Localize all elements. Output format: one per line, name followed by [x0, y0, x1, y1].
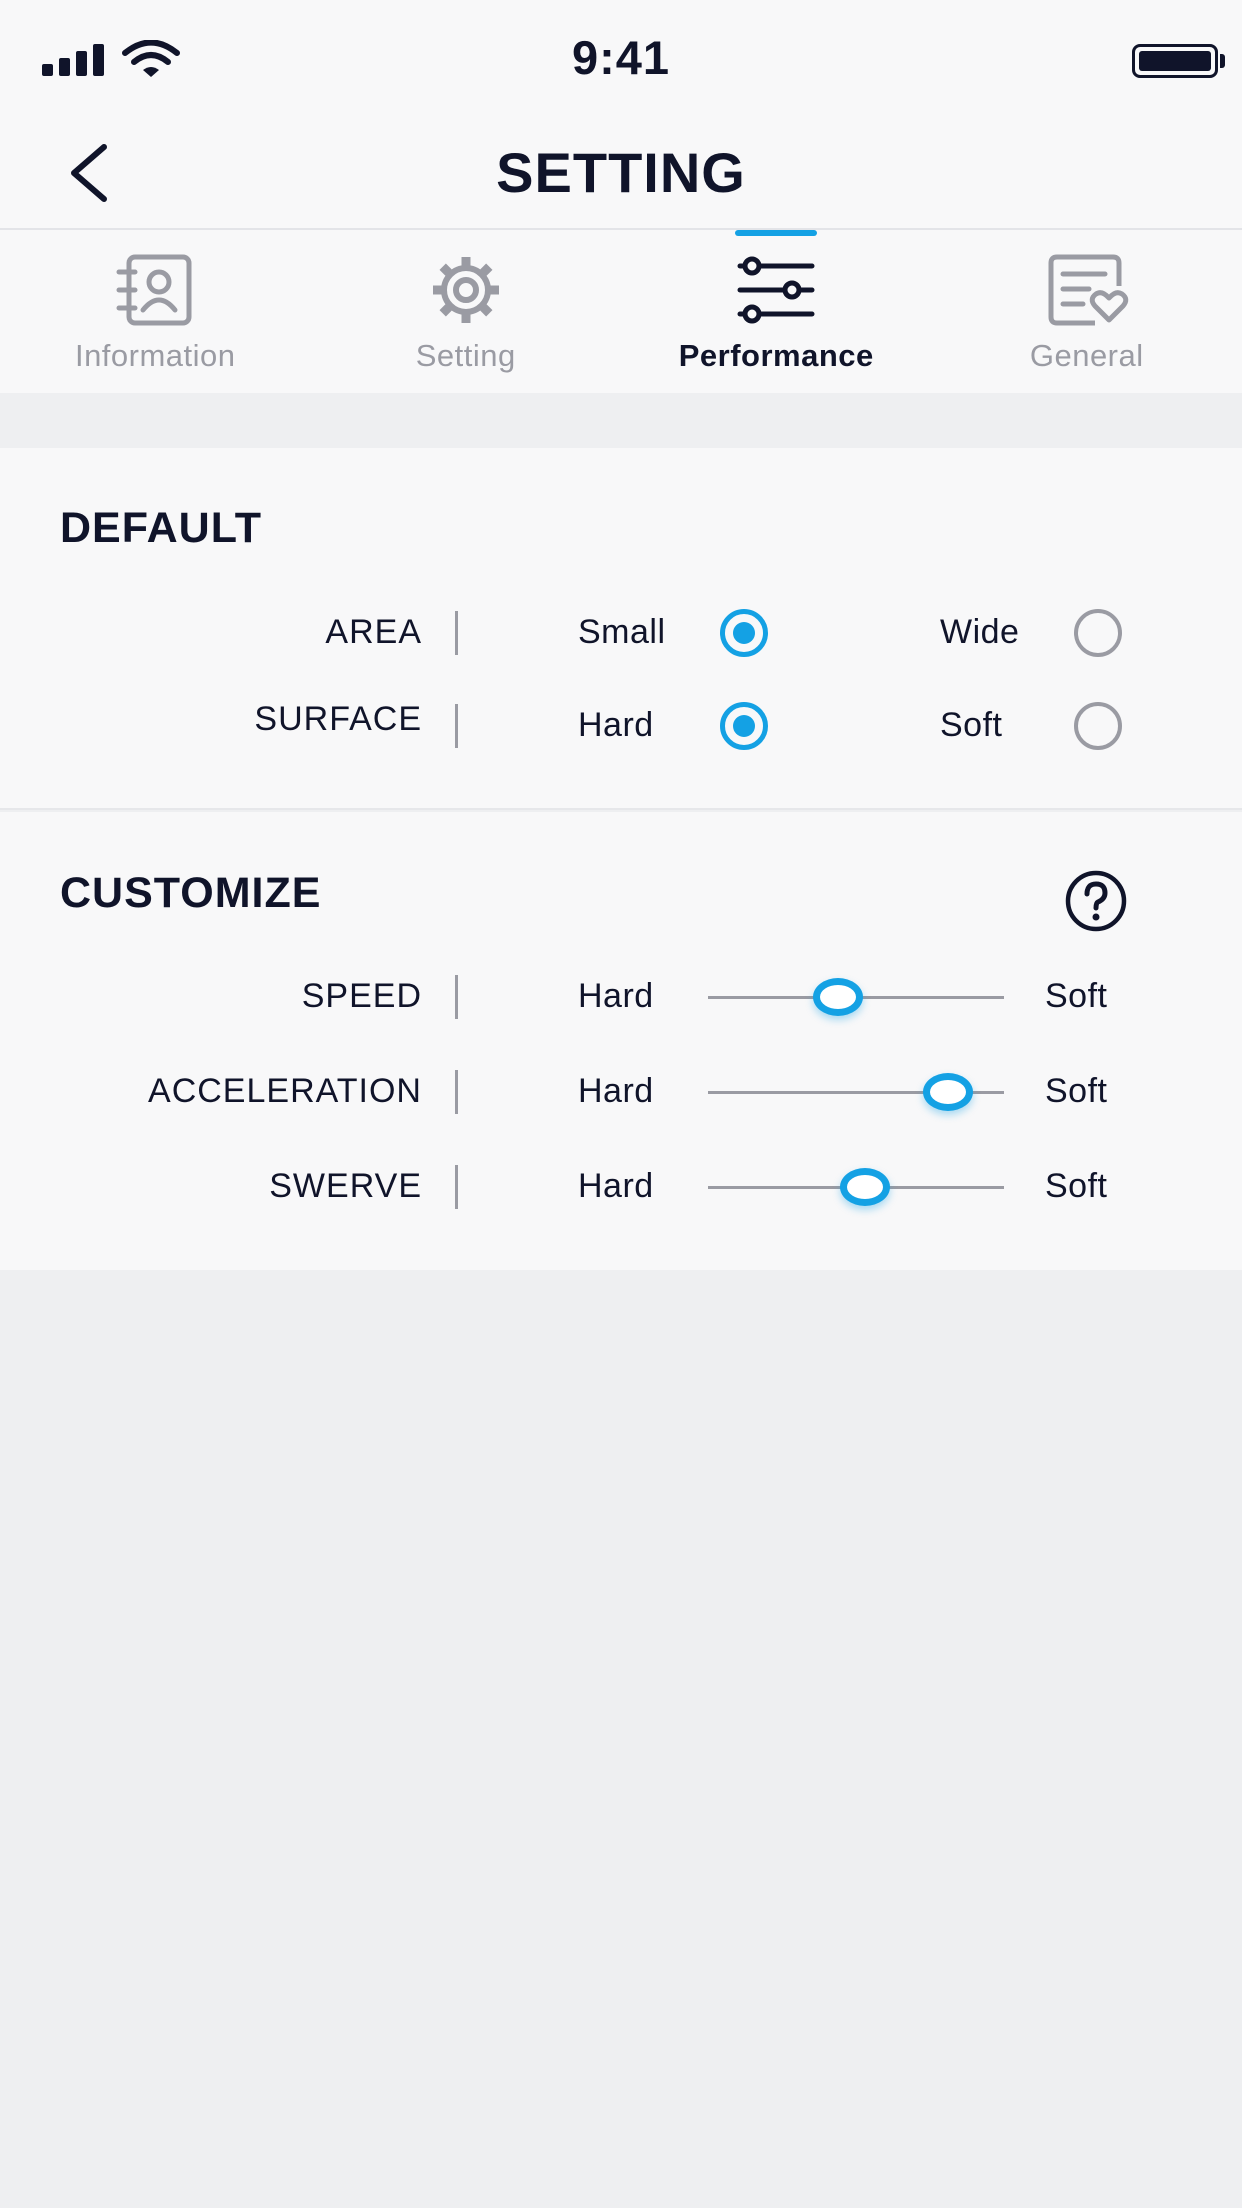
speed-min-label: Hard — [578, 977, 654, 1015]
sliders-icon — [734, 252, 818, 328]
acceleration-row: ACCELERATION Hard Soft — [0, 1062, 1242, 1122]
area-option-wide-label: Wide — [940, 613, 1020, 651]
speed-label: SPEED — [301, 977, 422, 1015]
active-tab-indicator — [735, 230, 818, 236]
row-divider — [455, 1165, 458, 1209]
status-time: 9:41 — [571, 31, 671, 84]
gear-icon — [424, 252, 508, 328]
page-title: SETTING — [496, 141, 746, 204]
question-circle-icon[interactable] — [1064, 869, 1128, 933]
slider-thumb[interactable] — [922, 1073, 973, 1111]
tab-label-general: General — [1029, 338, 1144, 373]
settings-screen: 9:41 SETTING Information Setting Perform… — [0, 0, 1242, 2208]
acceleration-slider[interactable] — [708, 1062, 1004, 1122]
battery-icon — [1132, 44, 1218, 78]
tab-information[interactable]: Information — [0, 230, 311, 393]
acceleration-label: ACCELERATION — [148, 1072, 422, 1110]
area-option-small-label: Small — [578, 613, 666, 651]
area-small-radio[interactable] — [718, 609, 770, 657]
nav-header: SETTING — [0, 120, 1242, 230]
tab-label-performance: Performance — [678, 338, 874, 373]
default-section: DEFAULT AREA Small Wide SURFACE Hard Sof… — [0, 448, 1242, 810]
swerve-max-label: Soft — [1045, 1167, 1108, 1205]
speed-max-label: Soft — [1045, 977, 1108, 1015]
row-divider — [455, 611, 458, 655]
customize-section: CUSTOMIZE SPEED Hard Soft ACCELERATION H… — [0, 812, 1242, 1270]
default-section-title: DEFAULT — [60, 504, 263, 552]
surface-option-hard-label: Hard — [578, 706, 654, 744]
surface-option-soft-label: Soft — [940, 706, 1003, 744]
acceleration-max-label: Soft — [1045, 1072, 1108, 1110]
surface-row: SURFACE Hard Soft — [0, 696, 1242, 756]
slider-thumb[interactable] — [839, 1168, 890, 1206]
tab-performance[interactable]: Performance — [621, 230, 932, 393]
area-label: AREA — [325, 613, 422, 651]
speed-row: SPEED Hard Soft — [0, 967, 1242, 1027]
battery-cap — [1220, 54, 1225, 68]
slider-thumb[interactable] — [813, 978, 864, 1016]
swerve-row: SWERVE Hard Soft — [0, 1157, 1242, 1217]
swerve-slider[interactable] — [708, 1157, 1004, 1217]
area-row: AREA Small Wide — [0, 603, 1242, 663]
surface-label: SURFACE — [254, 700, 422, 738]
status-bar: 9:41 — [0, 0, 1242, 120]
contact-card-icon — [113, 252, 197, 328]
tab-setting[interactable]: Setting — [311, 230, 622, 393]
tab-label-information: Information — [74, 338, 236, 373]
surface-hard-radio[interactable] — [718, 702, 770, 750]
customize-section-title: CUSTOMIZE — [60, 869, 322, 917]
swerve-min-label: Hard — [578, 1167, 654, 1205]
area-wide-radio[interactable] — [1072, 609, 1124, 657]
row-divider — [455, 704, 458, 748]
tab-general[interactable]: General — [932, 230, 1242, 393]
row-divider — [455, 1070, 458, 1114]
acceleration-min-label: Hard — [578, 1072, 654, 1110]
tab-label-setting: Setting — [415, 338, 516, 373]
document-heart-icon — [1045, 252, 1129, 328]
row-divider — [455, 975, 458, 1019]
tab-bar: Information Setting Performance General — [0, 230, 1242, 393]
speed-slider[interactable] — [708, 967, 1004, 1027]
swerve-label: SWERVE — [269, 1167, 422, 1205]
surface-soft-radio[interactable] — [1072, 702, 1124, 750]
